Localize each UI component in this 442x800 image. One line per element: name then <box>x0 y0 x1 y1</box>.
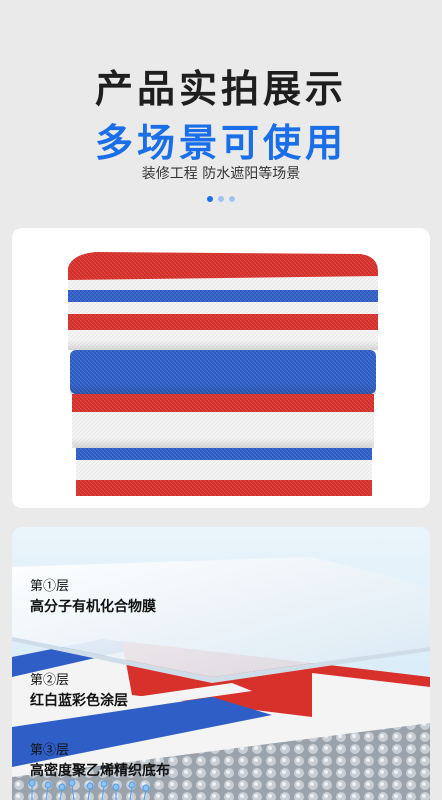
folded-tarp-image <box>68 252 378 496</box>
layer-2-label: 第②层 红白蓝彩色涂层 <box>30 669 128 710</box>
tarp-fold-4 <box>76 448 372 496</box>
carousel-indicator <box>0 196 442 202</box>
layer-1-label: 第①层 高分子有机化合物膜 <box>30 575 156 616</box>
carousel-dot[interactable] <box>229 196 235 202</box>
layer-3-number: 第③层 <box>30 742 70 757</box>
page-subtitle-highlight: 多场景可使用 <box>94 121 347 165</box>
carousel-dot[interactable] <box>218 196 224 202</box>
tarp-fold-1 <box>68 252 378 350</box>
page-title: 产品实拍展示 <box>94 67 347 111</box>
carousel-dot[interactable] <box>207 196 213 202</box>
tarp-fold-2 <box>70 350 376 394</box>
layer-2-name: 红白蓝彩色涂层 <box>30 692 128 708</box>
scenario-caption: 装修工程 防水遮阳等场景 <box>141 166 301 182</box>
tarp-fold-3 <box>72 394 374 448</box>
header-section: 产品实拍展示 多场景可使用 装修工程 防水遮阳等场景 <box>0 0 442 220</box>
layer-3-name: 高密度聚乙烯精织底布 <box>30 762 170 778</box>
layer-1-number: 第①层 <box>30 578 70 593</box>
layer-1-name: 高分子有机化合物膜 <box>30 598 156 614</box>
product-photo-card <box>12 228 430 508</box>
layer-3-label: 第③层 高密度聚乙烯精织底布 <box>30 739 170 780</box>
material-layers-card: 第①层 高分子有机化合物膜 第②层 红白蓝彩色涂层 第③层 高密度聚乙烯精织底布 <box>12 527 430 800</box>
layer-2-number: 第②层 <box>30 672 70 687</box>
